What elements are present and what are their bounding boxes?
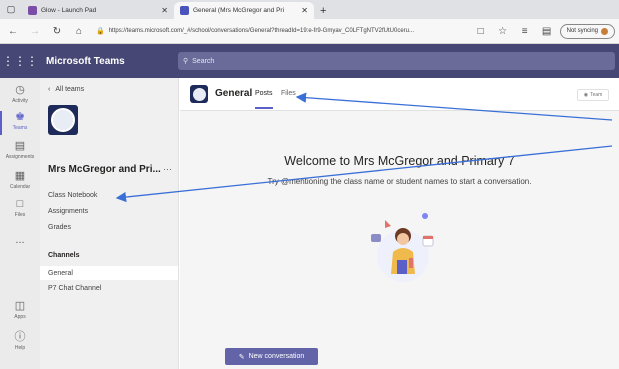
chevron-left-icon: ‹ (48, 86, 51, 93)
tab-actions-icon[interactable]: ▢ (0, 0, 22, 19)
class-notebook-link[interactable]: Class Notebook (48, 192, 97, 199)
tab-posts[interactable]: Posts (255, 90, 273, 97)
channel-item-general[interactable]: General (40, 266, 178, 280)
rail-item-help[interactable]: ⓘ Help (0, 331, 40, 351)
search-placeholder: Search (192, 57, 215, 65)
channel-header: General Posts Files ◉ Team (180, 78, 619, 111)
teams-icon: ♚ (15, 111, 25, 123)
rail-item-calendar[interactable]: ▦ Calendar (0, 170, 40, 190)
rail-item-activity[interactable]: ◷ Activity (0, 84, 40, 104)
apps-icon: ◫ (14, 300, 26, 312)
bell-icon: ◷ (15, 84, 25, 96)
close-icon[interactable]: ✕ (161, 6, 168, 15)
assignments-icon: ▤ (14, 140, 26, 152)
rail-label: Calendar (9, 184, 31, 190)
url-field[interactable]: 🔒 https://teams.microsoft.com/_#/school/… (92, 23, 468, 40)
address-bar-row: ← → ↻ ⌂ 🔒 https://teams.microsoft.com/_#… (0, 19, 619, 44)
active-tab-indicator (255, 107, 273, 109)
favorite-icon[interactable]: ☆ (494, 22, 512, 40)
team-name: Mrs McGregor and Pri... (48, 164, 161, 175)
lock-icon: 🔒 (96, 28, 105, 35)
calendar-icon: ▦ (14, 170, 26, 182)
channel-title: General (215, 88, 253, 99)
rail-label: Teams (12, 125, 28, 131)
new-conversation-button[interactable]: ✎ New conversation (225, 348, 318, 365)
channel-main: General Posts Files ◉ Team Welcome to Mr… (180, 78, 619, 369)
more-icon: ... (15, 234, 25, 246)
channel-avatar (190, 85, 208, 103)
tab-files[interactable]: Files (281, 90, 296, 97)
eye-icon: ◉ (583, 92, 589, 98)
all-teams-link[interactable]: ‹ All teams (48, 86, 84, 93)
teams-favicon-icon (180, 6, 189, 15)
tab-label: General (Mrs McGregor and Pri (193, 7, 285, 14)
profile-avatar-icon (601, 27, 608, 35)
rail-item-teams[interactable]: ♚ Teams (0, 111, 40, 135)
rail-label: Activity (12, 98, 28, 104)
team-logo (48, 105, 78, 135)
rail-label: Apps (14, 314, 26, 320)
search-input[interactable]: ⚲ Search (178, 52, 615, 70)
app-title: Microsoft Teams (46, 55, 125, 67)
forward-icon[interactable]: → (26, 22, 44, 40)
help-icon: ⓘ (14, 331, 26, 343)
assignments-link[interactable]: Assignments (48, 208, 88, 215)
sync-button[interactable]: Not syncing (559, 23, 615, 39)
channel-item-p7-chat[interactable]: P7 Chat Channel (40, 281, 178, 295)
grades-link[interactable]: Grades (48, 224, 71, 231)
rail-label: Assignments (5, 154, 35, 160)
compose-icon: ✎ (238, 353, 245, 361)
rail-label: Files (14, 212, 26, 218)
welcome-subtitle: Try @mentioning the class name or studen… (267, 177, 532, 186)
glow-favicon-icon (28, 6, 37, 15)
welcome-illustration (371, 213, 434, 282)
all-teams-label: All teams (55, 86, 85, 93)
rail-label: Help (14, 345, 26, 351)
app-rail: ◷ Activity ♚ Teams ▤ Assignments ▦ Calen… (0, 78, 40, 369)
browser-tab-strip: ▢ Glow - Launch Pad ✕ General (Mrs McGre… (0, 0, 619, 19)
sync-label: Not syncing (566, 28, 598, 34)
channels-heading: Channels (48, 252, 80, 259)
team-more-options-button[interactable]: ··· (163, 164, 172, 174)
back-icon[interactable]: ← (4, 22, 22, 40)
reader-icon[interactable]: □ (472, 22, 490, 40)
rail-item-apps[interactable]: ◫ Apps (0, 300, 40, 320)
rail-item-assignments[interactable]: ▤ Assignments (0, 140, 40, 160)
close-icon[interactable]: ✕ (301, 6, 308, 15)
team-panel: ‹ All teams Mrs McGregor and Pri... ··· … (40, 78, 179, 369)
app-launcher-icon[interactable]: ⋮⋮⋮ (0, 44, 40, 78)
collections-icon[interactable]: ▤ (538, 22, 556, 40)
teams-header: ⋮⋮⋮ Microsoft Teams ⚲ Search (0, 44, 619, 78)
channel-label: P7 Chat Channel (48, 284, 102, 292)
browser-tab-teams[interactable]: General (Mrs McGregor and Pri ✕ (174, 2, 314, 19)
browser-tab-glow[interactable]: Glow - Launch Pad ✕ (22, 2, 174, 19)
team-button[interactable]: ◉ Team (577, 89, 609, 101)
new-tab-icon[interactable]: + (314, 2, 332, 19)
url-text: https://teams.microsoft.com/_#/school/co… (108, 28, 415, 34)
team-button-label: Team (590, 92, 603, 98)
refresh-icon[interactable]: ↻ (48, 22, 66, 40)
welcome-title: Welcome to Mrs McGregor and Primary 7 (284, 154, 515, 168)
channel-label: General (48, 269, 73, 277)
home-icon[interactable]: ⌂ (70, 22, 88, 40)
search-icon: ⚲ (183, 58, 189, 65)
rail-item-files[interactable]: □ Files (0, 198, 40, 218)
favorites-list-icon[interactable]: ≡ (516, 22, 534, 40)
files-icon: □ (16, 198, 24, 210)
new-conversation-label: New conversation (248, 353, 305, 360)
tab-label: Glow - Launch Pad (41, 7, 97, 14)
rail-item-more[interactable]: ... (0, 234, 40, 247)
